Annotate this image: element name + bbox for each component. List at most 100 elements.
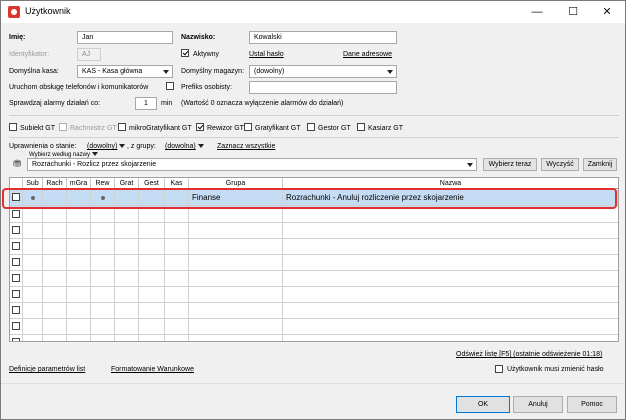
kasa-select[interactable]: KAS - Kasa główna [77,65,173,78]
table-cell[interactable] [67,271,91,287]
table-cell[interactable] [91,255,115,271]
grupa-dropdown[interactable]: (dowolna) [165,143,204,150]
table-cell[interactable] [115,335,139,341]
table-cell[interactable] [115,319,139,335]
table-cell[interactable] [43,223,67,239]
table-cell[interactable] [67,207,91,223]
table-cell[interactable] [189,255,283,271]
table-cell[interactable] [91,303,115,319]
row-checkbox[interactable] [12,226,20,234]
nazwisko-field[interactable]: Kowalski [249,31,397,44]
table-cell[interactable] [283,239,618,255]
formatowanie-link[interactable]: Formatowanie Warunkowe [111,366,194,373]
table-cell[interactable] [165,207,189,223]
table-cell[interactable] [139,271,165,287]
definicje-link[interactable]: Definicje parametrów list [9,366,85,373]
table-cell[interactable] [139,223,165,239]
table-cell[interactable] [43,319,67,335]
table-cell[interactable] [23,223,43,239]
table-cell[interactable] [10,223,23,239]
wyczysc-button[interactable]: Wyczyść [541,158,579,171]
table-cell[interactable] [165,255,189,271]
table-cell[interactable] [43,271,67,287]
table-cell[interactable] [189,239,283,255]
table-cell[interactable] [10,207,23,223]
row-checkbox[interactable] [12,274,20,282]
table-cell[interactable] [189,287,283,303]
table-cell[interactable] [67,335,91,341]
table-cell[interactable] [115,255,139,271]
role-checkbox[interactable] [196,123,204,131]
table-cell[interactable] [23,207,43,223]
table-cell[interactable] [283,223,618,239]
table-cell[interactable] [23,319,43,335]
table-cell[interactable] [139,319,165,335]
table-cell[interactable] [165,335,189,341]
magazyn-select[interactable]: (dowolny) [249,65,397,78]
name-search-select[interactable]: Rozrachunki - Rozlicz przez skojarzenie [27,158,477,171]
zaznacz-wszystkie-link[interactable]: Zaznacz wszystkie [217,143,275,150]
close-icon[interactable]: ✕ [589,1,625,23]
wybierz-teraz-button[interactable]: Wybierz teraz [483,158,537,171]
table-cell[interactable] [43,207,67,223]
ok-button[interactable]: OK [456,396,510,413]
table-cell[interactable] [91,239,115,255]
table-cell[interactable] [91,207,115,223]
table-cell[interactable] [10,255,23,271]
row-checkbox[interactable] [12,290,20,298]
table-cell[interactable] [115,303,139,319]
minimize-icon[interactable]: — [519,1,555,23]
role-checkbox[interactable] [9,123,17,131]
table-cell[interactable] [165,239,189,255]
table-cell[interactable] [165,303,189,319]
table-cell[interactable] [43,287,67,303]
table-cell[interactable] [23,271,43,287]
table-cell[interactable] [115,223,139,239]
table-cell[interactable] [67,239,91,255]
table-cell[interactable] [115,271,139,287]
table-cell[interactable] [283,303,618,319]
table-cell[interactable] [139,335,165,341]
table-cell[interactable] [115,207,139,223]
table-cell[interactable] [189,207,283,223]
table-cell[interactable] [115,239,139,255]
pomoc-button[interactable]: Pomoc [567,396,617,413]
table-cell[interactable] [283,335,618,341]
table-cell[interactable] [283,287,618,303]
table-cell[interactable] [10,303,23,319]
table-cell[interactable] [67,255,91,271]
table-cell[interactable] [139,207,165,223]
table-cell[interactable] [43,255,67,271]
row-checkbox[interactable] [12,322,20,330]
table-cell[interactable] [139,239,165,255]
table-cell[interactable] [67,303,91,319]
table-cell[interactable] [43,239,67,255]
row-checkbox[interactable] [12,242,20,250]
prefiks-field[interactable] [249,81,397,94]
table-cell[interactable] [283,255,618,271]
telefony-checkbox[interactable] [166,82,174,90]
dane-adresowe-link[interactable]: Dane adresowe [343,51,392,58]
table-cell[interactable] [139,255,165,271]
table-cell[interactable] [10,335,23,341]
table-cell[interactable] [67,319,91,335]
table-cell[interactable] [67,223,91,239]
role-checkbox[interactable] [118,123,126,131]
table-cell[interactable] [10,271,23,287]
zamknij-button[interactable]: Zamknij [583,158,617,171]
table-cell[interactable] [165,271,189,287]
aktywny-checkbox[interactable] [181,49,189,57]
table-cell[interactable] [115,287,139,303]
table-cell[interactable] [91,287,115,303]
table-cell[interactable] [23,287,43,303]
table-cell[interactable] [43,335,67,341]
ustal-haslo-link[interactable]: Ustal hasło [249,51,284,58]
table-cell[interactable] [165,223,189,239]
table-cell[interactable] [189,303,283,319]
table-cell[interactable] [91,335,115,341]
table-cell[interactable] [23,335,43,341]
table-cell[interactable] [91,271,115,287]
table-cell[interactable] [23,303,43,319]
table-cell[interactable] [283,319,618,335]
table-cell[interactable] [189,335,283,341]
